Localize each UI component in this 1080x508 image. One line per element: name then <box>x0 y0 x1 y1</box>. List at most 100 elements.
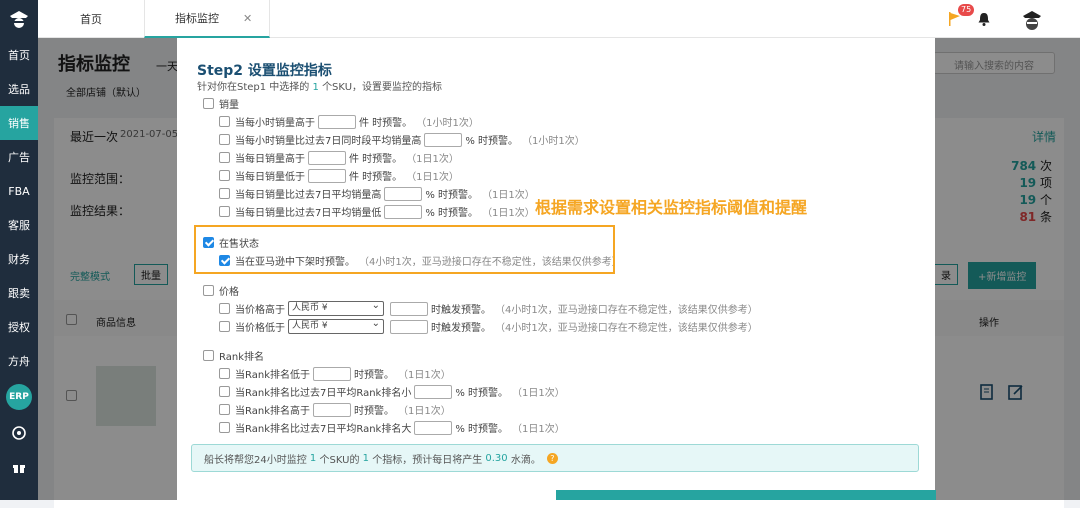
option-checkbox[interactable] <box>219 368 230 379</box>
confirm-button[interactable] <box>556 490 936 500</box>
sidebar-item-home[interactable]: 首页 <box>0 38 38 72</box>
threshold-input[interactable] <box>313 366 351 381</box>
frequency-note: （1日1次） <box>512 388 565 399</box>
price-label: 价格 <box>219 287 239 298</box>
threshold-input[interactable] <box>390 319 428 334</box>
currency-select[interactable]: 人民币 ¥ <box>288 317 384 334</box>
option-text: 当每日销量比过去7日平均销量高 <box>235 190 382 201</box>
sidebar-item-erp[interactable]: ERP <box>6 384 32 410</box>
sidebar-item-customer-service[interactable]: 客服 <box>0 208 38 242</box>
rank-option[interactable]: 当Rank排名低于 时预警。 （1日1次） <box>219 366 451 381</box>
gift-icon[interactable] <box>0 450 38 484</box>
frequency-note: （1日1次） <box>512 424 565 435</box>
threshold-input[interactable] <box>384 204 423 219</box>
modal-subtitle: 针对你在Step1 中选择的 1 个SKU，设置要监控的指标 <box>197 78 442 93</box>
estimate-indicator-count: 1 <box>362 452 370 464</box>
modal-title: Step2 设置监控指标 <box>197 63 332 79</box>
estimate-text: 个SKU的 <box>319 454 360 466</box>
price-option[interactable]: 当价格低于人民币 ¥ 时触发预警。 （4小时1次，亚马逊接口存在不稳定性，该结果仅供… <box>219 317 758 334</box>
threshold-input[interactable] <box>318 114 356 129</box>
threshold-input[interactable] <box>384 186 423 201</box>
option-suffix: 件 时预警。 <box>359 118 413 129</box>
estimate-sku-count: 1 <box>309 452 317 464</box>
sales-option[interactable]: 当每小时销量比过去7日同时段平均销量高 % 时预警。 （1小时1次） <box>219 132 585 147</box>
sales-option[interactable]: 当每日销量比过去7日平均销量低 % 时预警。 （1日1次） <box>219 204 535 219</box>
rank-checkbox[interactable] <box>203 350 214 361</box>
annotation-callout: 根据需求设置相关监控指标阈值和提醒 <box>535 198 808 217</box>
option-text: 当Rank排名比过去7日平均Rank排名小 <box>235 388 412 399</box>
option-text: 当每日销量高于 <box>235 154 305 165</box>
option-checkbox[interactable] <box>219 303 230 314</box>
sales-option[interactable]: 当每日销量高于 件 时预警。 （1日1次） <box>219 150 459 165</box>
rank-option[interactable]: 当Rank排名比过去7日平均Rank排名小 % 时预警。 （1日1次） <box>219 384 565 399</box>
sku-count: 1 <box>312 82 319 93</box>
tab-home[interactable]: 首页 <box>80 0 102 38</box>
sales-checkbox[interactable] <box>203 98 214 109</box>
threshold-input[interactable] <box>308 168 346 183</box>
notification-badge: 75 <box>958 4 975 16</box>
tab-indicator-monitor[interactable]: 指标监控 ✕ <box>144 0 270 38</box>
sales-option[interactable]: 当每日销量低于 件 时预警。 （1日1次） <box>219 168 459 183</box>
option-checkbox[interactable] <box>219 321 230 332</box>
option-text: 当每日销量比过去7日平均销量低 <box>235 208 382 219</box>
option-suffix: 时预警。 <box>354 370 394 381</box>
sales-option[interactable]: 当每小时销量高于 件 时预警。 （1小时1次） <box>219 114 479 129</box>
option-checkbox[interactable] <box>219 206 230 217</box>
tab-home-label: 首页 <box>80 13 102 26</box>
sales-group[interactable]: 销量 <box>203 96 239 111</box>
option-checkbox[interactable] <box>219 134 230 145</box>
threshold-input[interactable] <box>424 132 463 147</box>
logo[interactable] <box>0 0 38 38</box>
option-suffix: % 时预警。 <box>455 388 509 399</box>
avatar[interactable] <box>1020 8 1044 35</box>
sidebar-item-fba[interactable]: FBA <box>0 174 38 208</box>
close-icon[interactable]: ✕ <box>243 12 252 25</box>
bell-icon[interactable] <box>978 12 990 29</box>
rank-label: Rank排名 <box>219 352 264 363</box>
price-option[interactable]: 当价格高于人民币 ¥ 时触发预警。 （4小时1次，亚马逊接口存在不稳定性，该结果仅供… <box>219 299 758 316</box>
sidebar-item-sales[interactable]: 销售 <box>0 106 38 140</box>
compass-icon[interactable] <box>0 416 38 450</box>
option-checkbox[interactable] <box>219 422 230 433</box>
threshold-input[interactable] <box>414 384 453 399</box>
option-checkbox[interactable] <box>219 386 230 397</box>
estimate-bar: 船长将帮您24小时监控 1 个SKU的 1 个指标，预计每日将产生 0.30 水… <box>191 444 919 472</box>
option-checkbox[interactable] <box>219 170 230 181</box>
sidebar-item-product-selection[interactable]: 选品 <box>0 72 38 106</box>
option-checkbox[interactable] <box>219 152 230 163</box>
sales-option[interactable]: 当每日销量比过去7日平均销量高 % 时预警。 （1日1次） <box>219 186 535 201</box>
highlight-box <box>194 225 615 274</box>
topbar: 首页 指标监控 ✕ 75 <box>38 0 1080 38</box>
estimate-drops: 0.30 <box>485 452 508 464</box>
threshold-input[interactable] <box>313 402 351 417</box>
frequency-note: （1日1次） <box>398 406 451 417</box>
option-suffix: 件 时预警。 <box>349 172 403 183</box>
option-suffix: 件 时预警。 <box>349 154 403 165</box>
frequency-note: （1日1次） <box>482 208 535 219</box>
sidebar-item-finance[interactable]: 财务 <box>0 242 38 276</box>
option-text: 当价格高于 <box>235 305 285 316</box>
rank-option[interactable]: 当Rank排名比过去7日平均Rank排名大 % 时预警。 （1日1次） <box>219 420 565 435</box>
estimate-text: 水滴。 <box>510 454 541 466</box>
sidebar-item-authorization[interactable]: 授权 <box>0 310 38 344</box>
option-checkbox[interactable] <box>219 404 230 415</box>
sales-label: 销量 <box>219 100 239 111</box>
option-checkbox[interactable] <box>219 116 230 127</box>
frequency-note: （1日1次） <box>398 370 451 381</box>
price-checkbox[interactable] <box>203 285 214 296</box>
sidebar-item-follow-sell[interactable]: 跟卖 <box>0 276 38 310</box>
threshold-input[interactable] <box>308 150 346 165</box>
option-text: 当Rank排名低于 <box>235 370 310 381</box>
sidebar-item-ark[interactable]: 方舟 <box>0 344 38 378</box>
rank-option[interactable]: 当Rank排名高于 时预警。 （1日1次） <box>219 402 451 417</box>
estimate-text: 船长将帮您24小时监控 <box>204 454 307 466</box>
sidebar-item-ads[interactable]: 广告 <box>0 140 38 174</box>
threshold-input[interactable] <box>390 301 428 316</box>
option-checkbox[interactable] <box>219 188 230 199</box>
option-suffix: % 时预警。 <box>465 136 519 147</box>
currency-select[interactable]: 人民币 ¥ <box>288 299 384 316</box>
price-group[interactable]: 价格 <box>203 283 239 298</box>
help-icon[interactable]: ? <box>546 452 558 464</box>
threshold-input[interactable] <box>414 420 453 435</box>
rank-group[interactable]: Rank排名 <box>203 348 264 363</box>
